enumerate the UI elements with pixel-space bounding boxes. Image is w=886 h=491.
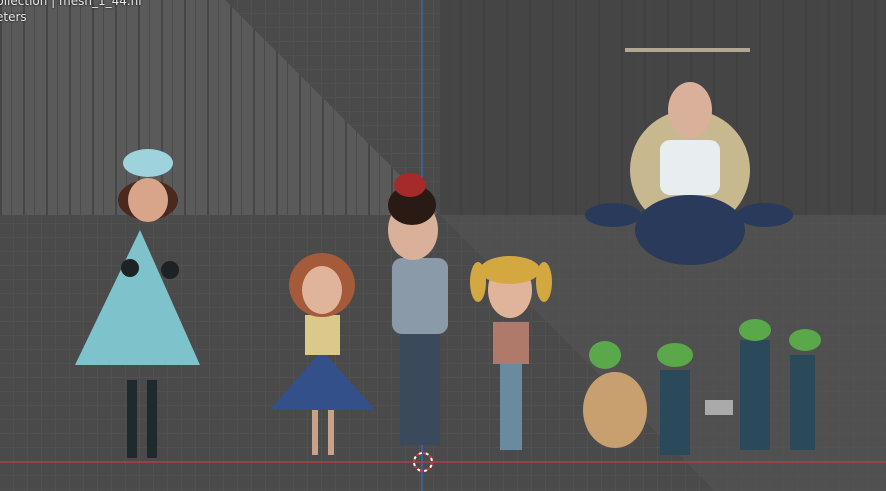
viewport-collection-info: Collection | mesh_1_44.nl <box>0 0 142 8</box>
3d-viewport[interactable] <box>0 0 886 491</box>
viewport-units-info: eters <box>0 10 27 24</box>
